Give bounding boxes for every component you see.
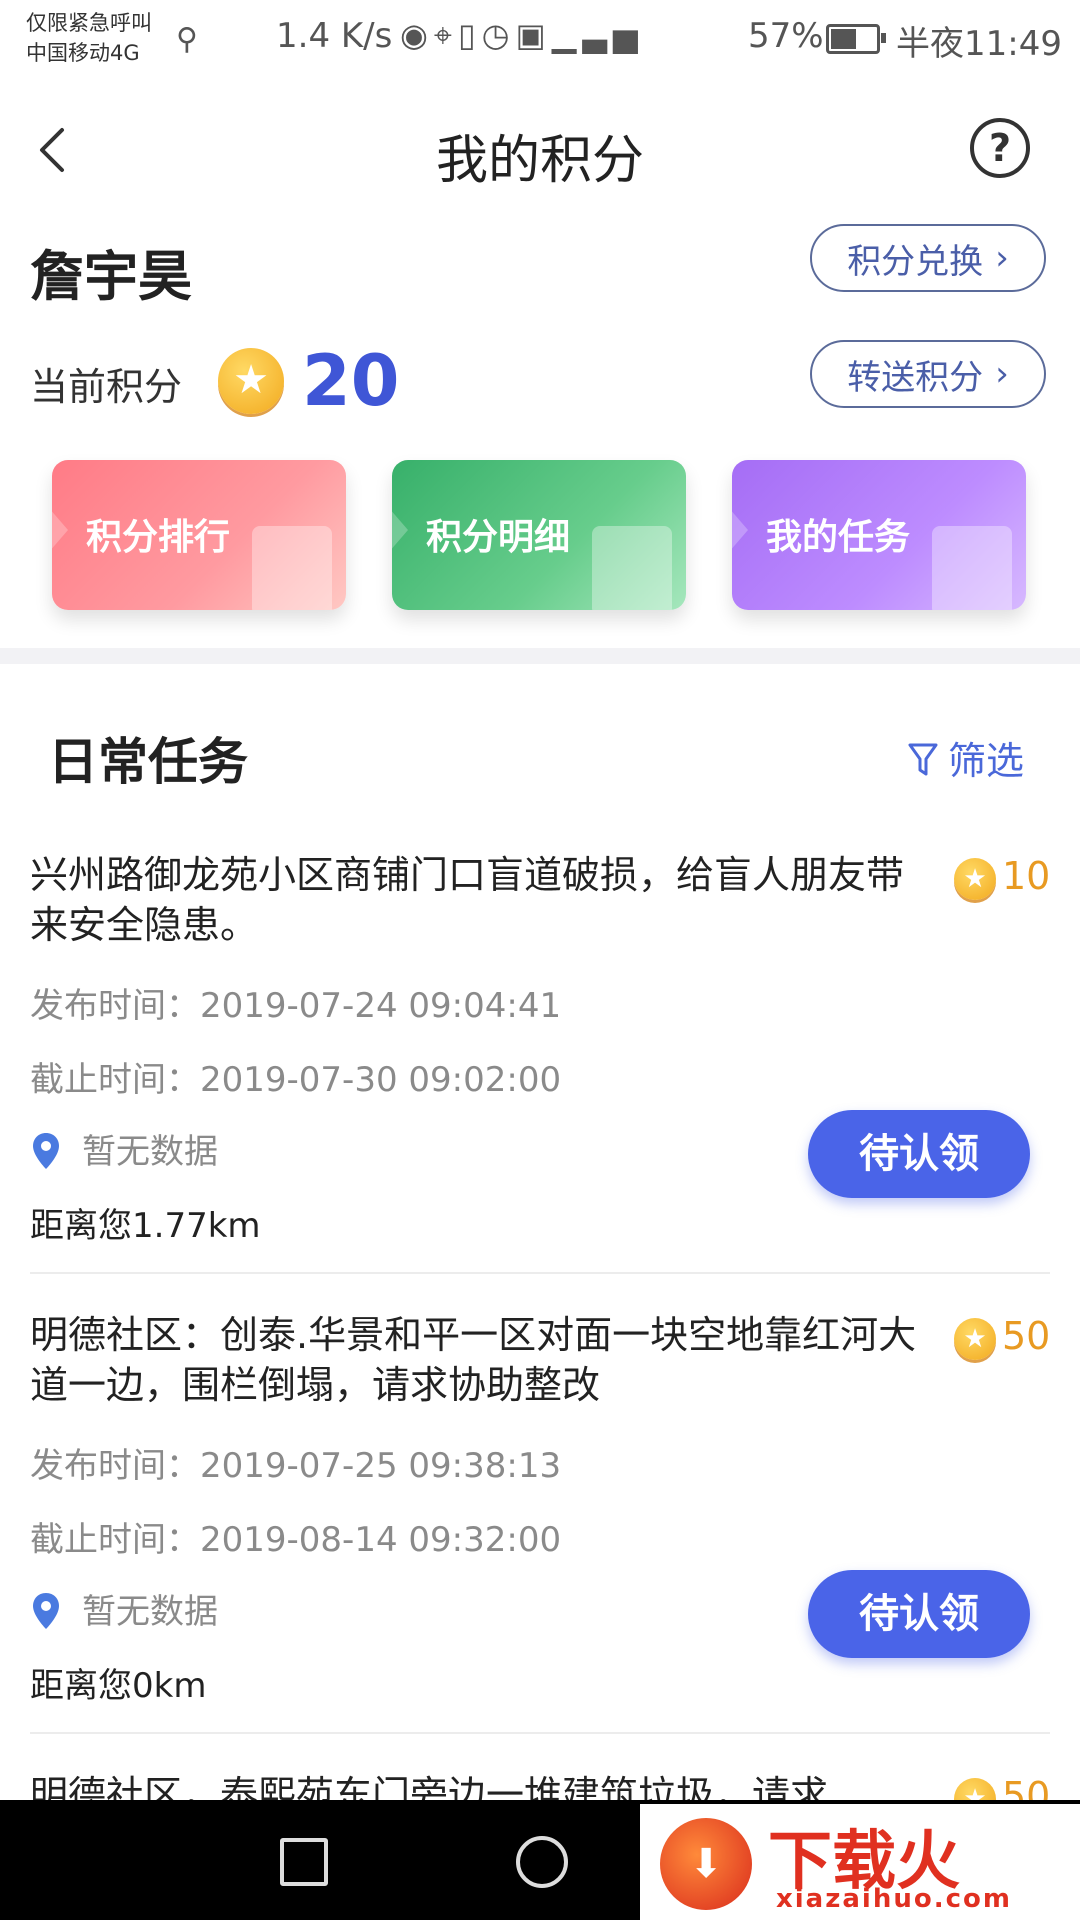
- star-icon: ★: [963, 1324, 987, 1354]
- coin-icon: ★: [218, 348, 284, 414]
- transfer-points-button[interactable]: 转送积分 ›: [810, 340, 1046, 408]
- hd-icon: ▣: [515, 16, 552, 54]
- task-item[interactable]: 明德社区，泰熙苑东门旁边一堆建筑垃圾，请求 ★ 50: [30, 1770, 1050, 1800]
- coin-icon: ★: [954, 1318, 996, 1360]
- alarm-icon: ◷: [481, 16, 516, 54]
- card-arrow-decoration: [732, 500, 748, 560]
- section-divider: [0, 648, 1080, 664]
- current-points-label: 当前积分: [30, 365, 183, 409]
- card-label: 积分明细: [426, 517, 571, 558]
- username: 詹宇昊: [30, 245, 192, 308]
- task-location: 暂无数据: [30, 1584, 218, 1633]
- points-exchange-button[interactable]: 积分兑换 ›: [810, 224, 1046, 292]
- network-speed: 1.4 K/s: [276, 16, 393, 56]
- task-title: 兴州路御龙苑小区商铺门口盲道破损，给盲人朋友带来安全隐患。: [30, 853, 905, 947]
- filter-icon: [908, 743, 938, 776]
- watermark-logo-icon: [660, 1818, 752, 1910]
- star-icon: ★: [233, 357, 269, 403]
- publish-time: 发布时间：2019-07-25 09:38:13: [30, 1446, 562, 1486]
- watermark-url: xiazaihuo.com: [776, 1884, 1012, 1914]
- question-icon: ?: [988, 126, 1012, 170]
- title-bar: 我的积分 ?: [0, 90, 1080, 210]
- chevron-right-icon: ›: [995, 238, 1009, 278]
- section-title: 日常任务: [48, 733, 248, 791]
- battery-icon: [826, 24, 886, 54]
- filter-button[interactable]: 筛选: [908, 730, 1024, 785]
- watermark: 下载火 xiazaihuo.com: [640, 1804, 1080, 1920]
- help-button[interactable]: ?: [970, 118, 1030, 178]
- star-icon: ★: [963, 864, 987, 894]
- task-divider: [30, 1272, 1050, 1274]
- vibrate-icon: ▯: [457, 16, 482, 54]
- coin-icon: ★: [954, 858, 996, 900]
- flag-podium-icon: [932, 526, 1012, 610]
- star-document-icon: [592, 526, 672, 610]
- clock: 半夜11:49: [896, 24, 1062, 64]
- claim-button[interactable]: 待认领: [808, 1110, 1030, 1198]
- location-text: 暂无数据: [82, 1132, 218, 1172]
- my-tasks-card[interactable]: 我的任务: [732, 460, 1026, 610]
- task-distance: 距离您1.77km: [30, 1206, 261, 1246]
- transfer-points-label: 转送积分: [847, 357, 984, 398]
- card-label: 我的任务: [766, 517, 911, 558]
- status-icons: ◉⌖▯◷▣▁▃▅: [400, 16, 644, 55]
- hotspot-icon: ◉: [400, 16, 434, 54]
- star-icon: ★: [963, 1784, 987, 1800]
- emergency-text: 仅限紧急呼叫: [26, 11, 152, 35]
- points-ranking-card[interactable]: 积分排行: [52, 460, 346, 610]
- task-title: 明德社区，泰熙苑东门旁边一堆建筑垃圾，请求: [30, 1773, 829, 1800]
- page-title: 我的积分: [435, 131, 644, 191]
- card-arrow-decoration: [392, 500, 408, 560]
- home-button[interactable]: [516, 1836, 568, 1888]
- current-points-value: 20: [302, 340, 400, 422]
- carrier-text: 中国移动4G: [26, 41, 140, 65]
- claim-button[interactable]: 待认领: [808, 1570, 1030, 1658]
- card-label: 积分排行: [86, 517, 231, 558]
- battery-level: [831, 29, 856, 49]
- location-text: 暂无数据: [82, 1592, 218, 1632]
- publish-time: 发布时间：2019-07-24 09:04:41: [30, 986, 562, 1026]
- filter-label: 筛选: [948, 739, 1025, 783]
- location-icon: ⌖: [433, 16, 458, 54]
- carrier-info: 仅限紧急呼叫 中国移动4G: [26, 8, 152, 68]
- deadline-time: 截止时间：2019-08-14 09:32:00: [30, 1520, 562, 1560]
- task-title: 明德社区：创泰.华景和平一区对面一块空地靠红河大道一边，围栏倒塌，请求协助整改: [30, 1313, 917, 1407]
- battery-percent: 57%: [748, 16, 824, 56]
- coin-icon: ★: [954, 1778, 996, 1800]
- task-reward: 50: [1002, 1314, 1051, 1358]
- location-pin-icon: [33, 1133, 59, 1169]
- recent-apps-button[interactable]: [280, 1838, 328, 1886]
- points-exchange-label: 积分兑换: [847, 241, 984, 282]
- status-bar: 仅限紧急呼叫 中国移动4G ⚲ 1.4 K/s ◉⌖▯◷▣▁▃▅ 57% 半夜1…: [0, 0, 1080, 78]
- task-reward: 10: [1002, 854, 1051, 898]
- card-arrow-decoration: [52, 500, 68, 560]
- task-distance: 距离您0km: [30, 1666, 207, 1706]
- deadline-time: 截止时间：2019-07-30 09:02:00: [30, 1060, 562, 1100]
- task-reward: 50: [1002, 1774, 1050, 1800]
- signal-icon: ▁▃▅: [551, 16, 644, 54]
- chevron-right-icon: ›: [995, 354, 1009, 394]
- task-divider: [30, 1732, 1050, 1734]
- usb-icon: ⚲: [176, 22, 198, 57]
- task-location: 暂无数据: [30, 1124, 218, 1173]
- ranking-list-icon: [252, 526, 332, 610]
- location-pin-icon: [33, 1593, 59, 1629]
- points-detail-card[interactable]: 积分明细: [392, 460, 686, 610]
